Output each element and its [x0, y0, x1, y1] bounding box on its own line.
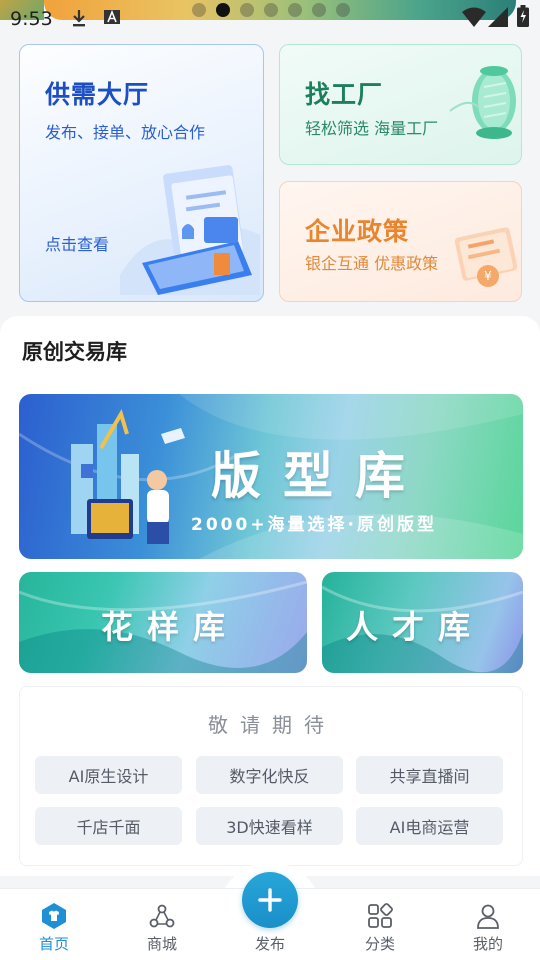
plus-icon [258, 888, 282, 912]
signal-icon [488, 7, 508, 31]
feature-chip[interactable]: 3D快速看样 [196, 807, 343, 845]
nav-item-profile[interactable]: 我的 [448, 889, 528, 960]
wifi-icon [462, 7, 486, 31]
nav-label: 发布 [254, 935, 285, 953]
feature-chip[interactable]: AI电商运营 [356, 807, 503, 845]
banner-title: 版型库 [211, 446, 427, 505]
banner-title: 花样库 [101, 608, 240, 646]
floral-library-banner[interactable]: 花样库 [19, 572, 307, 673]
svg-text:¥: ¥ [484, 269, 492, 283]
mall-icon [149, 904, 175, 928]
nav-label: 首页 [38, 935, 69, 953]
card-subtitle: 轻松筛选 海量工厂 [305, 119, 439, 138]
nav-item-category[interactable]: 分类 [340, 889, 420, 960]
status-bar: 9:53 [0, 0, 540, 34]
card-title: 供需大厅 [45, 80, 150, 109]
enterprise-policy-card[interactable]: 企业政策 银企互通 优惠政策 ¥ [279, 181, 522, 302]
banner-title: 人才库 [346, 608, 485, 646]
battery-icon [517, 5, 529, 31]
feature-chip[interactable]: AI原生设计 [35, 756, 182, 794]
download-icon [70, 8, 88, 32]
feature-chip[interactable]: 共享直播间 [356, 756, 503, 794]
home-shirt-icon [42, 903, 66, 929]
supply-demand-card[interactable]: 供需大厅 发布、接单、放心合作 点击查看 [19, 44, 264, 302]
banner-subtitle: 2000+海量选择·原创版型 [191, 515, 438, 535]
card-subtitle: 银企互通 优惠政策 [305, 254, 439, 273]
talent-library-banner[interactable]: 人才库 [322, 572, 523, 673]
find-factory-card[interactable]: 找工厂 轻松筛选 海量工厂 [279, 44, 522, 165]
original-trading-section: 原创交易库 版型库 2000+海量选择·原创版型 花样库 人才库 敬请期待 AI… [0, 316, 540, 876]
card-title: 企业政策 [305, 217, 410, 246]
section-title: 原创交易库 [22, 340, 127, 364]
publish-button[interactable] [242, 872, 298, 928]
card-subtitle: 发布、接单、放心合作 [45, 123, 206, 142]
thread-spool-icon [449, 66, 516, 139]
coming-soon-title: 敬请期待 [208, 713, 336, 737]
font-icon [104, 8, 120, 30]
card-title: 找工厂 [305, 80, 384, 109]
nav-item-home[interactable]: 首页 [14, 889, 94, 960]
nav-label: 商城 [146, 935, 177, 953]
feature-chip[interactable]: 数字化快反 [196, 756, 343, 794]
feature-chip[interactable]: 千店千面 [35, 807, 182, 845]
nav-label: 我的 [472, 935, 503, 953]
nav-label: 分类 [364, 935, 395, 953]
coming-soon-box: 敬请期待 AI原生设计 数字化快反 共享直播间 千店千面 3D快速看样 AI电商… [19, 686, 523, 866]
designer-illustration-icon [71, 409, 185, 544]
profile-icon [477, 904, 499, 929]
pattern-library-banner[interactable]: 版型库 2000+海量选择·原创版型 [19, 394, 523, 559]
category-icon [368, 903, 393, 928]
policy-document-icon: ¥ [454, 227, 518, 287]
view-link[interactable]: 点击查看 [45, 231, 109, 255]
nav-item-mall[interactable]: 商城 [122, 889, 202, 960]
status-time: 9:53 [10, 8, 53, 30]
laptop-illustration-icon [120, 165, 260, 295]
